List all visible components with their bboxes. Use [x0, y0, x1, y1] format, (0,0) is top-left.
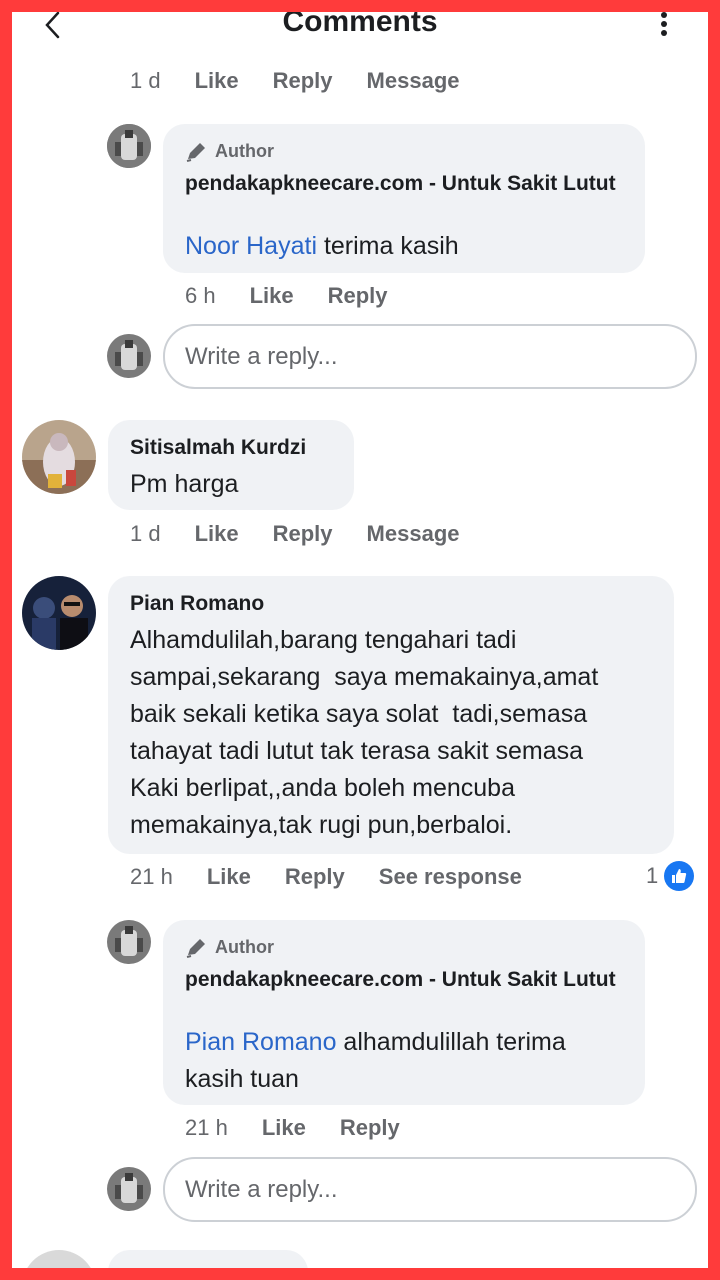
commenter-name[interactable]: Sitisalmah Kurdzi: [130, 436, 306, 460]
message-button[interactable]: Message: [367, 521, 460, 547]
reply-input[interactable]: Write a reply...: [163, 324, 697, 389]
comment-actions: 6 h Like Reply: [185, 283, 422, 309]
author-label: Author: [215, 140, 274, 161]
commenter-avatar[interactable]: [22, 576, 96, 650]
author-badge: Author: [185, 140, 274, 162]
reaction-summary[interactable]: 1: [646, 861, 695, 891]
commenter-name[interactable]: Pian Romano: [130, 592, 264, 616]
reply-button[interactable]: Reply: [328, 283, 388, 309]
comment-text: Alhamdulilah,barang tengahari tadi sampa…: [130, 622, 598, 844]
mention-link[interactable]: Noor Hayati: [185, 232, 317, 260]
like-button[interactable]: Like: [207, 864, 251, 890]
comment-text: Pm harga: [130, 470, 239, 498]
author-label: Author: [215, 936, 274, 957]
commenter-name[interactable]: pendakapkneecare.com - Untuk Sakit Lutut: [185, 170, 635, 197]
comment-line: sampai,sekarang saya memakainya,amat: [130, 663, 599, 691]
see-response-button[interactable]: See response: [379, 864, 522, 890]
page-title: Comments: [282, 12, 438, 38]
user-avatar: [107, 1167, 151, 1211]
author-reply-bubble: Author pendakapkneecare.com - Untuk Saki…: [163, 124, 645, 273]
commenter-name[interactable]: pendakapkneecare.com - Untuk Sakit Lutut: [185, 966, 635, 993]
comment-line: tahayat tadi lutut tak terasa sakit sema…: [130, 737, 584, 765]
author-avatar[interactable]: [107, 920, 151, 964]
reply-button[interactable]: Reply: [273, 521, 333, 547]
mention-link[interactable]: Pian Romano: [185, 1028, 336, 1056]
like-button[interactable]: Like: [262, 1115, 306, 1141]
like-button[interactable]: Like: [250, 283, 294, 309]
pen-icon: [186, 939, 205, 958]
reply-button[interactable]: Reply: [273, 68, 333, 94]
comment-body: terima kasih: [317, 232, 459, 260]
more-options-icon[interactable]: [652, 12, 676, 40]
author-avatar[interactable]: [107, 124, 151, 168]
comment-bubble: Pian Romano Alhamdulilah,barang tengahar…: [108, 576, 674, 854]
user-avatar: [107, 334, 151, 378]
pen-icon: [186, 143, 205, 162]
commenter-avatar[interactable]: [22, 1250, 96, 1268]
comment-text: Pian Romano alhamdulillah terima kasih t…: [185, 1024, 566, 1098]
comment-body: alhamdulillah terima: [336, 1028, 566, 1056]
thumbs-up-icon: [664, 861, 695, 891]
comment-time: 1 d: [130, 521, 161, 546]
reply-input[interactable]: Write a reply...: [163, 1157, 697, 1222]
comment-time: 1 d: [130, 68, 161, 93]
reply-button[interactable]: Reply: [285, 864, 345, 890]
message-button[interactable]: Message: [367, 68, 460, 94]
author-badge: Author: [185, 936, 274, 958]
commenter-avatar[interactable]: [22, 420, 96, 494]
comment-bubble: [108, 1250, 308, 1268]
comment-actions: 1 d Like Reply Message: [130, 68, 494, 94]
comment-line: baik sekali ketika saya solat tadi,semas…: [130, 700, 588, 728]
comment-line: Alhamdulilah,barang tengahari tadi: [130, 626, 517, 654]
like-button[interactable]: Like: [195, 68, 239, 94]
comment-actions: 21 h Like Reply See response: [130, 864, 556, 890]
reaction-count: 1: [646, 863, 659, 888]
comment-bubble: Sitisalmah Kurdzi Pm harga: [108, 420, 354, 510]
comment-text: Noor Hayati terima kasih: [185, 228, 459, 265]
comment-line: Kaki berlipat,,anda boleh mencuba: [130, 774, 515, 802]
comment-body: kasih tuan: [185, 1065, 299, 1093]
like-button[interactable]: Like: [195, 521, 239, 547]
comment-line: memakainya,tak rugi pun,berbaloi.: [130, 811, 513, 839]
comment-time: 21 h: [185, 1115, 228, 1140]
comment-actions: 1 d Like Reply Message: [130, 521, 494, 547]
author-reply-bubble: Author pendakapkneecare.com - Untuk Saki…: [163, 920, 645, 1105]
comment-time: 21 h: [130, 864, 173, 889]
comment-time: 6 h: [185, 283, 216, 308]
comment-actions: 21 h Like Reply: [185, 1115, 434, 1141]
reply-button[interactable]: Reply: [340, 1115, 400, 1141]
comments-screen: Comments 1 d Like Reply Message Author p…: [12, 12, 708, 1268]
